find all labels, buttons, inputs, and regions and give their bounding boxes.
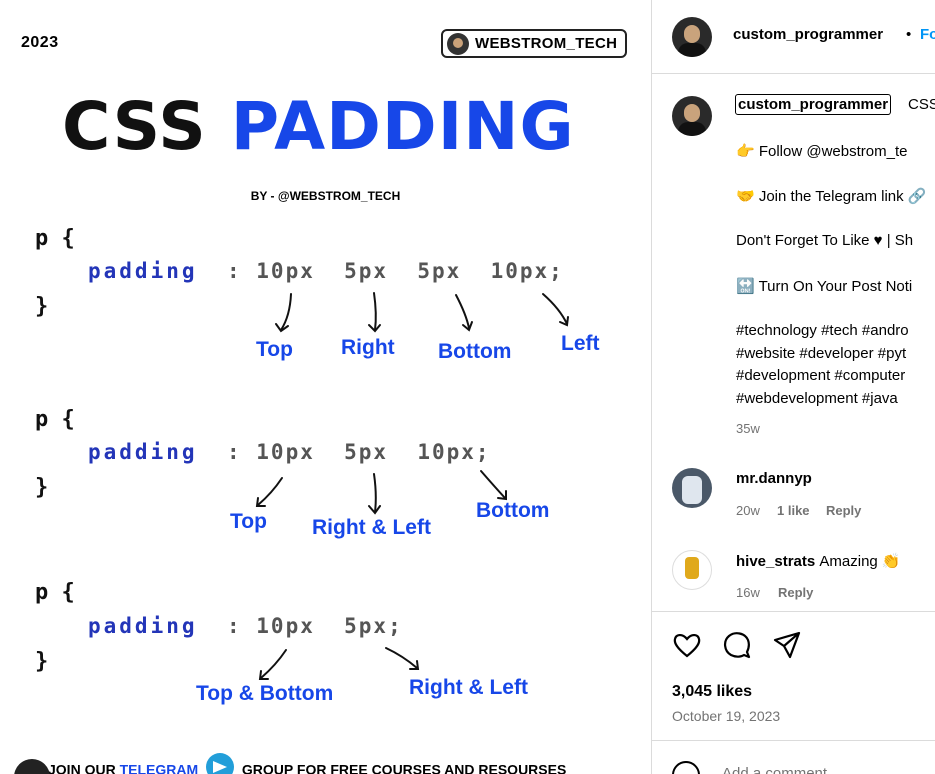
hashtags-line[interactable]: #webdevelopment #java xyxy=(736,390,898,407)
like-heart-icon[interactable] xyxy=(672,630,702,660)
code-values: : 10px 5px 5px 10px; xyxy=(227,259,564,283)
caption-author-avatar[interactable] xyxy=(672,96,712,136)
arrow-head xyxy=(462,321,473,332)
code-selector-open: p { xyxy=(35,580,75,605)
comment-bubble-icon[interactable] xyxy=(722,630,752,660)
headline: CSS PADDING xyxy=(62,88,575,165)
hashtags-line[interactable]: #website #developer #pyt xyxy=(736,345,906,362)
label-right: Right xyxy=(341,336,395,359)
code-values: : 10px 5px; xyxy=(227,614,403,638)
code-selector-open: p { xyxy=(35,407,75,432)
commenter-avatar[interactable] xyxy=(672,468,712,508)
hashtags-line[interactable]: #technology #tech #andro xyxy=(736,322,909,339)
likes-count[interactable]: 3,045 likes xyxy=(672,683,752,701)
caption-line: Don't Forget To Like ♥ | Sh xyxy=(736,232,914,249)
emoji-icon[interactable] xyxy=(672,761,700,774)
label-top: Top xyxy=(230,510,267,533)
code-selector-close: } xyxy=(35,475,49,500)
comment-age: 20w xyxy=(736,503,760,518)
telegram-banner-text: JOIN OUR TELEGRAM GROUP FOR FREE COURSES… xyxy=(48,753,567,774)
post-image: 2023 WEBSTROM_TECH CSS PADDING BY - @WEB… xyxy=(0,0,651,774)
arrow xyxy=(385,647,418,669)
label-top: Top xyxy=(256,338,293,361)
separator-dot: • xyxy=(906,26,912,43)
add-comment-input[interactable]: Add a comment… xyxy=(722,765,842,774)
arrow-head xyxy=(409,660,420,670)
arrow-head xyxy=(255,497,266,507)
author-username-link[interactable]: custom_programmer xyxy=(733,26,883,43)
label-bottom: Bottom xyxy=(476,499,550,522)
comment-likes[interactable]: 1 like xyxy=(777,503,810,518)
caption-username-link[interactable]: custom_programmer xyxy=(735,94,892,115)
code-values: : 10px 5px 10px; xyxy=(227,440,491,464)
share-send-icon[interactable] xyxy=(772,630,802,660)
group-label: GROUP FOR FREE COURSES AND RESOURSES xyxy=(241,761,567,774)
comment-username[interactable]: mr.dannyp xyxy=(736,470,812,487)
post-header: custom_programmer • Fo xyxy=(652,0,935,74)
arrow xyxy=(542,293,568,325)
brand-name: WEBSTROM_TECH xyxy=(475,35,618,52)
telegram-label: TELEGRAM xyxy=(119,761,199,774)
label-right-left: Right & Left xyxy=(312,516,431,539)
arrow xyxy=(260,649,287,679)
byline: BY - @WEBSTROM_TECH xyxy=(250,189,401,203)
comment-reply-button[interactable]: Reply xyxy=(826,503,861,518)
code-selector-close: } xyxy=(35,649,49,674)
commenter-avatar[interactable] xyxy=(672,550,712,590)
caption-line: 🤝 Join the Telegram link 🔗 xyxy=(736,188,927,205)
add-comment-bar: Add a comment… xyxy=(652,740,935,774)
caption-line: 👉 Follow @webstrom_te xyxy=(736,143,908,160)
comment-age: 16w xyxy=(736,585,760,600)
caption-text: CSS xyxy=(908,96,935,113)
telegram-icon xyxy=(206,753,235,774)
label-bottom: Bottom xyxy=(438,340,512,363)
label-left: Left xyxy=(561,332,600,355)
brand-avatar-icon xyxy=(447,32,469,55)
arrow xyxy=(257,477,283,506)
arrow-head xyxy=(559,316,569,327)
arrow xyxy=(480,470,506,499)
post-side-panel: custom_programmer • Fo custom_programmer… xyxy=(651,0,935,774)
comment-username[interactable]: hive_strats Amazing 👏 xyxy=(736,552,901,570)
join-label: JOIN OUR xyxy=(48,761,116,774)
comment-reply-button[interactable]: Reply xyxy=(778,585,813,600)
arrow-head xyxy=(258,670,269,680)
caption-age: 35w xyxy=(736,421,760,436)
arrow xyxy=(455,294,470,329)
label-top-bottom: Top & Bottom xyxy=(196,682,334,705)
label-right-left: Right & Left xyxy=(409,676,528,699)
caption-line: 🔛 Turn On Your Post Noti xyxy=(736,278,913,295)
arrow-head xyxy=(275,323,289,333)
follow-button[interactable]: Fo xyxy=(920,26,935,43)
arrow-head xyxy=(368,505,381,515)
hashtags-line[interactable]: #development #computer xyxy=(736,367,905,384)
telegram-banner: JOIN OUR TELEGRAM GROUP FOR FREE COURSES… xyxy=(0,746,651,774)
headline-css: CSS xyxy=(62,88,207,165)
author-avatar[interactable] xyxy=(672,17,712,57)
code-property: padding xyxy=(88,614,198,638)
headline-padding: PADDING xyxy=(230,88,575,165)
code-selector-close: } xyxy=(35,294,49,319)
brand-badge: WEBSTROM_TECH xyxy=(441,29,627,58)
post-date: October 19, 2023 xyxy=(672,708,781,724)
arrow-head xyxy=(497,490,507,501)
arrow-head xyxy=(368,324,381,333)
arrow xyxy=(373,292,377,331)
year-label: 2023 xyxy=(21,34,59,51)
arrow xyxy=(373,473,377,513)
comment-text: Amazing 👏 xyxy=(819,553,901,570)
code-selector-open: p { xyxy=(35,226,75,251)
code-property: padding xyxy=(88,259,198,283)
code-property: padding xyxy=(88,440,198,464)
arrow xyxy=(280,293,292,331)
actions-divider xyxy=(652,611,935,613)
